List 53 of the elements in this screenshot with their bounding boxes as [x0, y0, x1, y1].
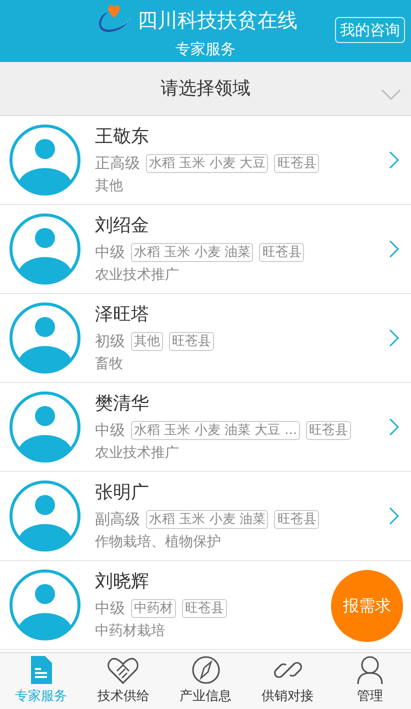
expert-field: 农业技术推广: [95, 444, 383, 462]
page-subtitle: 专家服务: [176, 39, 236, 60]
expert-field: 畜牧: [95, 355, 383, 374]
expert-tag: 中药材: [131, 598, 176, 618]
app-title: 四川科技扶贫在线: [138, 7, 298, 33]
domain-selector[interactable]: 请选择领域: [0, 62, 411, 116]
document-icon: [29, 655, 54, 686]
compass-icon: [190, 655, 220, 686]
avatar-icon: [9, 213, 81, 285]
expert-tag: 旺苍县: [274, 510, 320, 528]
tab[interactable]: 管理: [328, 653, 411, 709]
expert-row[interactable]: 张明广 副高级 水稻 玉米 小麦 油菜 旺苍县 作物栽培、植物保护: [0, 472, 411, 561]
expert-rank: 初级: [95, 330, 125, 352]
expert-field: 其他: [95, 177, 383, 196]
expert-field: 作物栽培、植物保护: [95, 533, 383, 552]
avatar-icon: [9, 391, 81, 463]
expert-rank: 正高级: [95, 152, 140, 174]
expert-tag: 水稻 玉米 小麦 油菜: [131, 242, 254, 262]
tab[interactable]: 技术供给: [82, 653, 164, 709]
expert-tag: 水稻 玉米 小麦 大豆: [146, 154, 268, 172]
expert-name: 刘绍金: [95, 214, 150, 238]
selector-label: 请选择领域: [160, 77, 250, 101]
expert-row[interactable]: 泽旺塔 初级 其他 旺苍县 畜牧: [0, 294, 411, 383]
person-icon: [356, 655, 384, 686]
expert-tag: 旺苍县: [182, 598, 227, 618]
expert-tag: 旺苍县: [274, 154, 320, 172]
expert-name: 王敬东: [95, 124, 150, 149]
avatar-icon: [9, 302, 81, 374]
expert-field: 农业技术推广: [95, 266, 383, 284]
handshake-icon: [107, 655, 140, 686]
tab[interactable]: 供销对接: [246, 653, 329, 709]
tab[interactable]: 产业信息: [164, 653, 247, 709]
expert-tag: 旺苍县: [169, 332, 214, 350]
expert-tag: 水稻 玉米 小麦 油菜: [146, 510, 268, 528]
expert-name: 樊清华: [95, 392, 150, 416]
expert-row[interactable]: 刘绍金 中级 水稻 玉米 小麦 油菜 旺苍县 农业技术推广: [0, 205, 411, 294]
expert-tag: 其他: [131, 332, 163, 350]
expert-name: 张明广: [95, 480, 150, 505]
expert-tag: 水稻 玉米 小麦 油菜 大豆 ...: [131, 420, 300, 440]
expert-rank: 中级: [95, 242, 125, 263]
expert-tag: 旺苍县: [259, 242, 304, 262]
chevron-down-icon: [381, 88, 401, 101]
expert-rank: 中级: [95, 598, 125, 619]
expert-rank: 中级: [95, 420, 125, 441]
expert-row[interactable]: 樊清华 中级 水稻 玉米 小麦 油菜 大豆 ... 旺苍县 农业技术推广: [0, 383, 411, 472]
expert-name: 泽旺塔: [95, 302, 150, 327]
expert-name: 刘晓辉: [95, 570, 150, 594]
avatar-icon: [9, 124, 81, 196]
expert-tag: 旺苍县: [306, 420, 352, 440]
avatar-icon: [9, 480, 81, 552]
avatar-icon: [9, 569, 81, 641]
expert-rank: 副高级: [95, 508, 140, 530]
expert-row[interactable]: 王敬东 正高级 水稻 玉米 小麦 大豆 旺苍县 其他: [0, 116, 411, 205]
